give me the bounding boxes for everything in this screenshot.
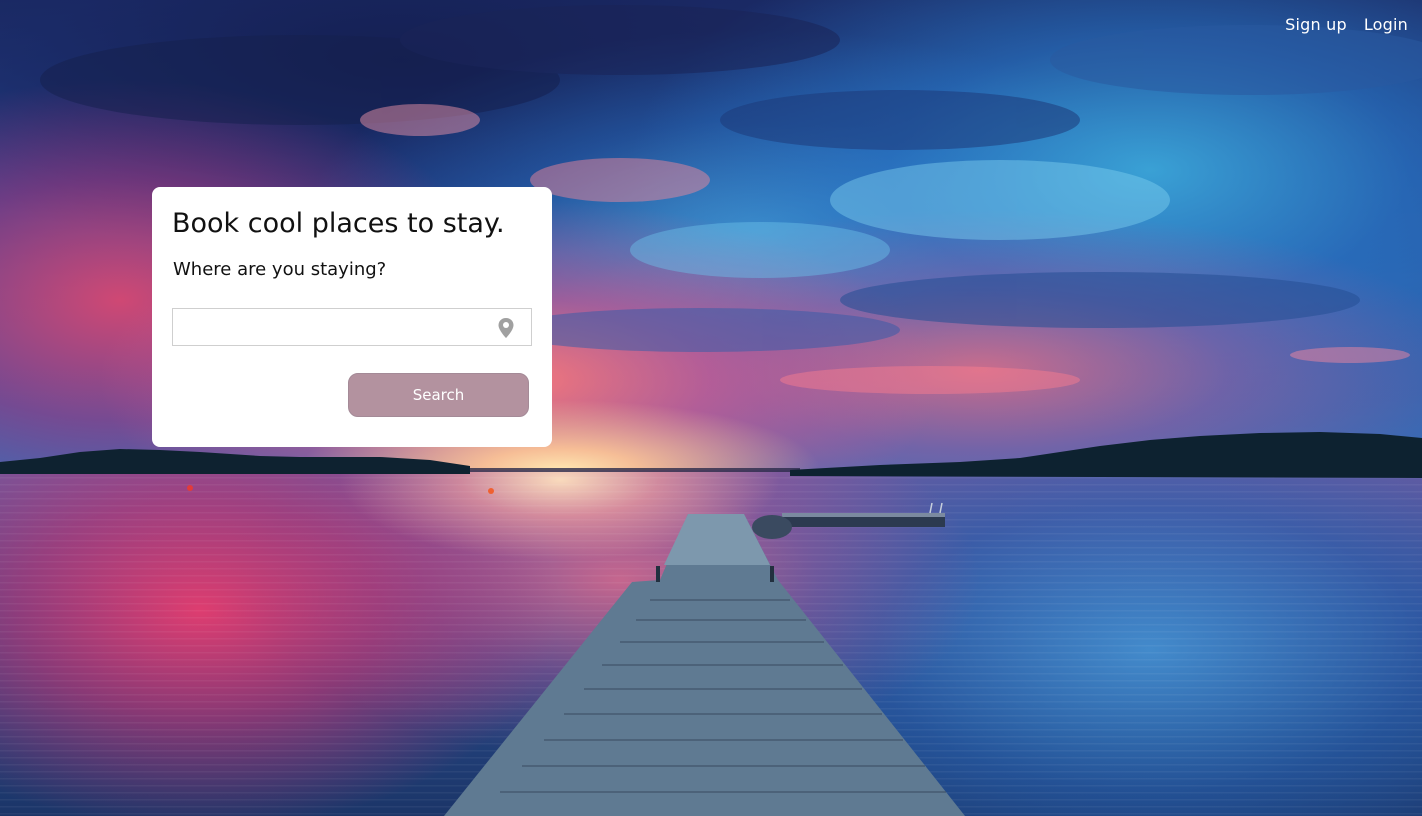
top-navigation: Sign up Login bbox=[1285, 14, 1408, 36]
left-shoreline bbox=[0, 449, 470, 474]
destination-input[interactable] bbox=[173, 309, 493, 345]
right-shoreline bbox=[790, 432, 1422, 478]
hero-section: Sign up Login Book cool places to stay. … bbox=[0, 0, 1422, 816]
buoy-middle bbox=[488, 488, 494, 494]
search-button[interactable]: Search bbox=[348, 373, 529, 417]
search-card: Book cool places to stay. Where are you … bbox=[152, 187, 552, 447]
destination-question: Where are you staying? bbox=[173, 259, 387, 280]
card-title: Book cool places to stay. bbox=[172, 208, 505, 239]
login-link[interactable]: Login bbox=[1364, 14, 1408, 36]
buoy-left bbox=[187, 485, 193, 491]
small-boat bbox=[752, 515, 792, 539]
map-pin-icon bbox=[498, 318, 514, 338]
far-shoreline bbox=[470, 468, 800, 472]
signup-link[interactable]: Sign up bbox=[1285, 14, 1347, 36]
destination-field bbox=[172, 308, 532, 346]
